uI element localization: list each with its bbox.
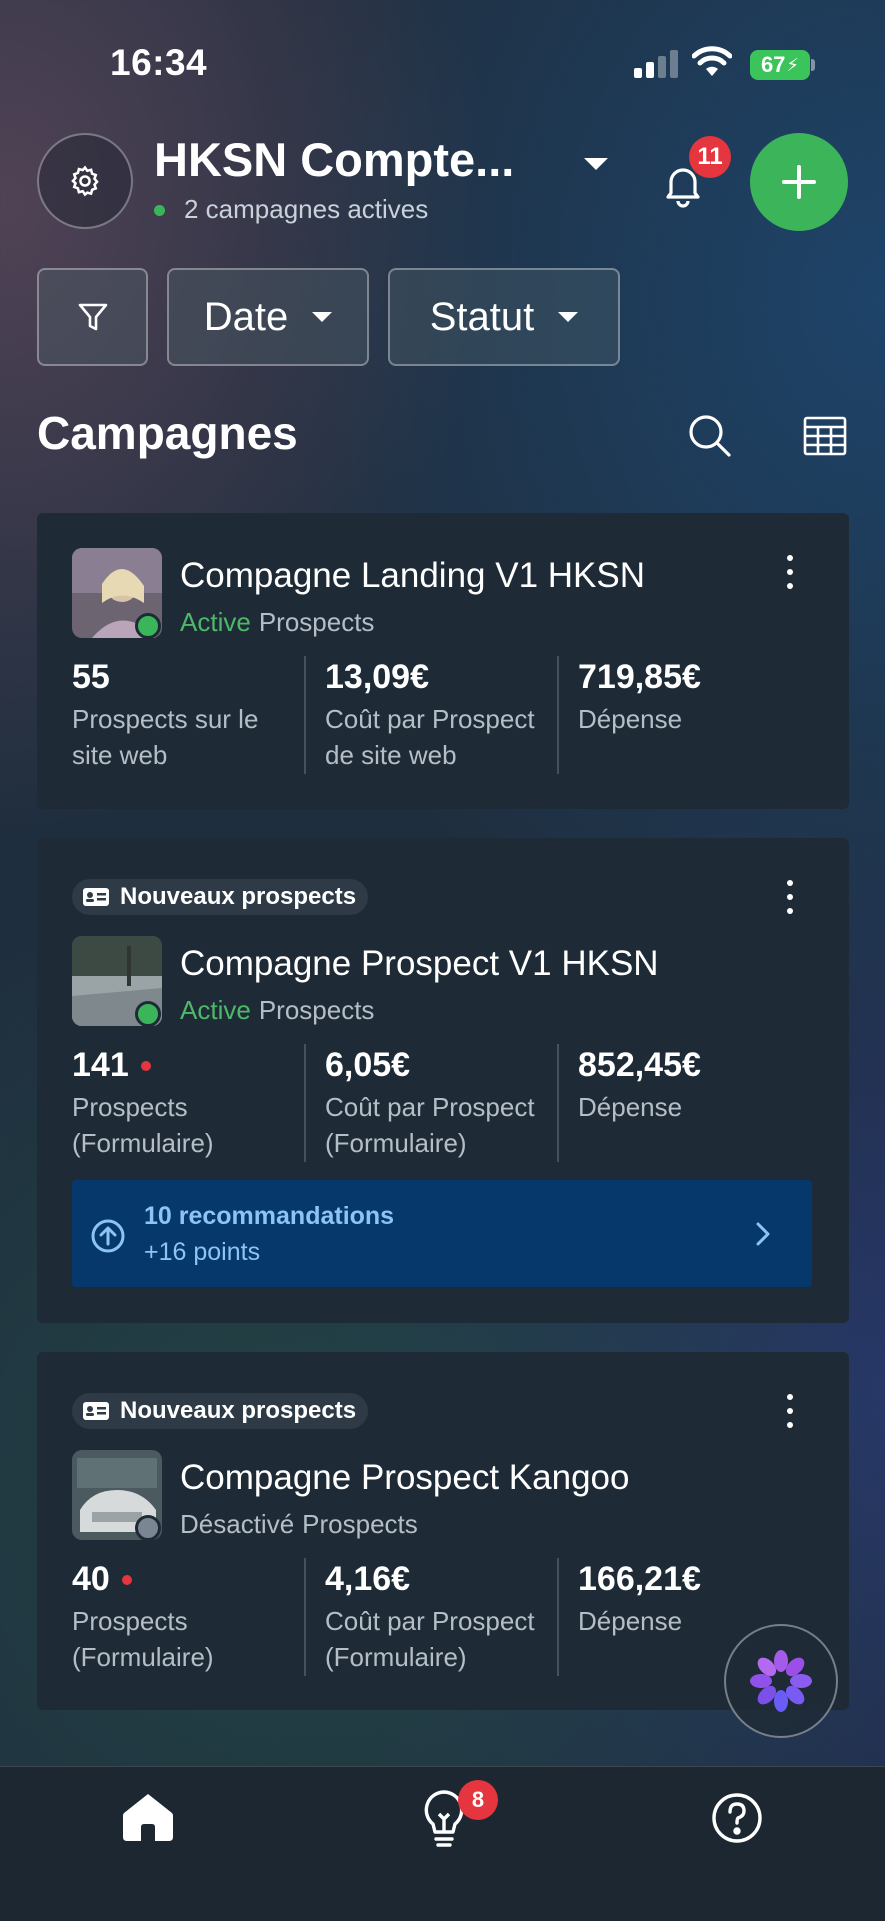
metric-cost: 13,09€ Coût par Prospect de site web [325, 658, 535, 770]
chevron-down-icon[interactable] [584, 158, 608, 170]
metric-cost: 6,05€ Coût par Prospect (Formulaire) [325, 1046, 535, 1158]
status-label: Active [180, 995, 251, 1025]
divider [557, 656, 559, 774]
metric-spend: 852,45€ Dépense [578, 1046, 701, 1122]
new-indicator-dot [140, 1060, 151, 1071]
more-options-icon[interactable] [785, 555, 795, 589]
date-filter-label: Date [203, 294, 289, 339]
new-leads-badge: Nouveaux prospects [72, 1393, 369, 1429]
objective-label: Prospects [302, 1509, 418, 1539]
battery-tip [811, 59, 815, 71]
chevron-right-icon [756, 1222, 770, 1246]
campaign-name[interactable]: Compagne Prospect V1 HKSN [180, 944, 659, 984]
campaign-status: Active Prospects [180, 607, 374, 638]
wifi-icon [692, 46, 732, 76]
status-dot [135, 613, 161, 639]
table-view-icon[interactable] [803, 416, 847, 456]
sparkle-loader-icon [750, 1650, 812, 1712]
recommendations-title: 10 recommandations [144, 1202, 395, 1230]
id-card-icon [83, 1402, 109, 1420]
status-dot [135, 1515, 161, 1541]
signal-icon [634, 50, 678, 78]
filter-icon [78, 303, 107, 331]
campaign-name[interactable]: Compagne Landing V1 HKSN [180, 556, 645, 596]
status-filter-label: Statut [429, 294, 535, 339]
metric-cost: 4,16€ Coût par Prospect (Formulaire) [325, 1560, 535, 1672]
ideas-badge: 8 [458, 1780, 498, 1820]
filter-button[interactable] [37, 268, 148, 366]
objective-label: Prospects [258, 607, 375, 637]
section-title: Campagnes [37, 407, 298, 459]
more-options-icon[interactable] [785, 1394, 795, 1428]
search-icon[interactable] [686, 412, 732, 458]
settings-button[interactable] [37, 133, 133, 229]
active-dot [154, 205, 165, 216]
divider [557, 1044, 559, 1162]
more-options-icon[interactable] [785, 880, 795, 914]
status-filter[interactable]: Statut [388, 268, 620, 366]
notification-badge: 11 [689, 136, 731, 178]
new-leads-badge: Nouveaux prospects [72, 879, 369, 915]
campaign-name[interactable]: Compagne Prospect Kangoo [180, 1458, 629, 1498]
date-filter[interactable]: Date [167, 268, 369, 366]
arrow-up-circle-icon [91, 1219, 125, 1253]
campaign-status: Désactivé Prospects [180, 1509, 418, 1540]
badge-label: Nouveaux prospects [120, 1397, 357, 1424]
home-icon[interactable] [121, 1791, 175, 1843]
help-icon[interactable] [710, 1791, 764, 1845]
divider [304, 1558, 306, 1676]
plus-icon [782, 165, 816, 199]
assistant-button[interactable] [724, 1624, 838, 1738]
metric-results: 55 Prospects sur le site web [72, 658, 259, 770]
divider [304, 656, 306, 774]
chevron-down-icon [312, 312, 333, 322]
chevron-down-icon [558, 312, 579, 322]
metric-results: 40 Prospects (Formulaire) [72, 1560, 214, 1672]
status-label: Active [180, 607, 251, 637]
gear-icon [71, 165, 99, 197]
status-time: 16:34 [110, 42, 208, 83]
new-indicator-dot [121, 1574, 132, 1585]
metric-spend: 719,85€ Dépense [578, 658, 701, 734]
add-campaign-button[interactable] [750, 133, 848, 231]
divider [557, 1558, 559, 1676]
campaign-status: Active Prospects [180, 995, 374, 1026]
account-selector[interactable]: HKSN Compte... [154, 132, 514, 187]
status-label: Désactivé [180, 1509, 295, 1539]
metric-results: 141 Prospects (Formulaire) [72, 1046, 214, 1158]
battery-indicator: 67 ⚡ [750, 50, 810, 80]
recommendations-banner[interactable] [72, 1180, 812, 1287]
status-dot [135, 1001, 161, 1027]
id-card-icon [83, 888, 109, 906]
divider [304, 1044, 306, 1162]
objective-label: Prospects [258, 995, 375, 1025]
badge-label: Nouveaux prospects [120, 883, 357, 910]
active-campaigns-count: 2 campagnes actives [184, 194, 429, 224]
recommendations-points: +16 points [144, 1238, 261, 1266]
